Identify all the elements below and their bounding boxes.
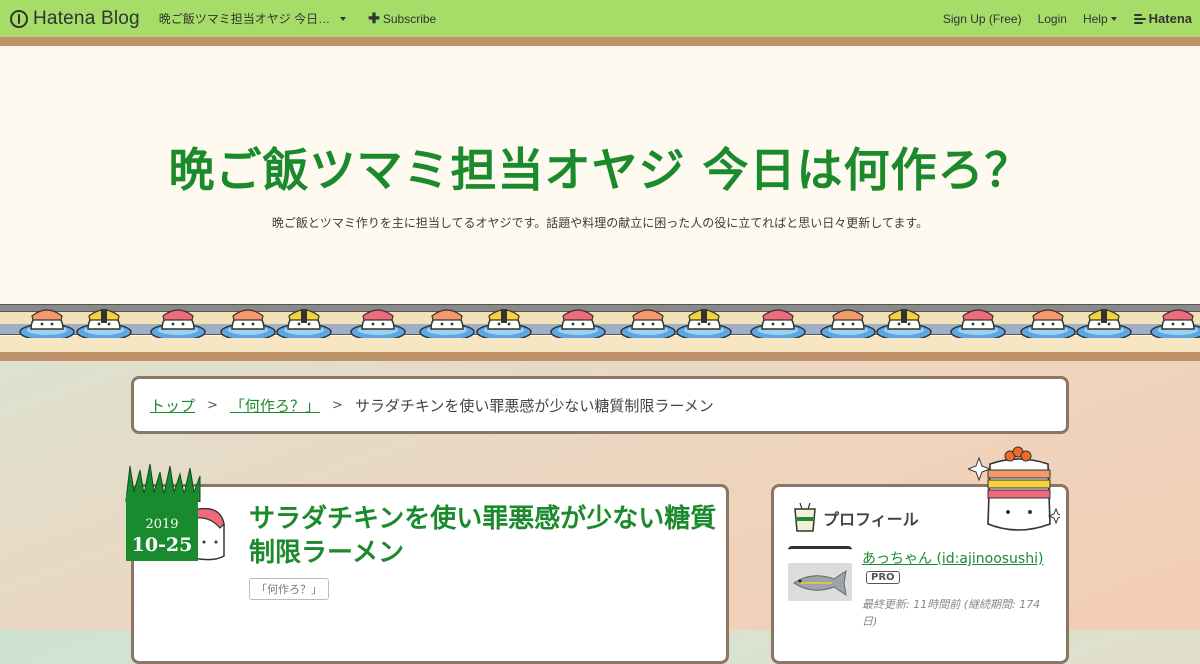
sushi-row [19, 309, 1200, 338]
login-link[interactable]: Login [1038, 12, 1067, 26]
hatena-mark-icon [1133, 13, 1146, 24]
breadcrumb-category-link[interactable]: 「何作ろ？」 [230, 395, 320, 416]
account-nav: Sign Up (Free) Login Help Hatena [927, 11, 1192, 26]
post-date-month-day: 10-25 [131, 534, 193, 556]
avatar[interactable] [788, 546, 852, 613]
subscribe-label: Subscribe [382, 11, 437, 26]
breadcrumb-separator: > [207, 397, 218, 413]
help-label: Help [1082, 11, 1108, 26]
help-menu[interactable]: Help [1083, 12, 1117, 26]
brand-label: Hatena Blog [33, 7, 140, 29]
category-tag[interactable]: 「何作ろ？」 [249, 578, 329, 600]
post-date-badge[interactable]: 2019 10-25 [126, 493, 198, 561]
blog-title[interactable]: 晩ご飯ツマミ担当オヤジ 今日は何作ろ？ [0, 134, 1200, 200]
cup-icon [794, 502, 816, 532]
signup-link[interactable]: Sign Up (Free) [943, 12, 1022, 26]
breadcrumb: トップ > 「何作ろ？」 > サラダチキンを使い罪悪感が少ない糖質制限ラーメン [131, 376, 1069, 434]
post-date-year: 2019 [145, 517, 179, 532]
breadcrumb-separator: > [331, 397, 343, 413]
plus-icon: ✚ [368, 10, 380, 26]
blog-name: 晩ご飯ツマミ担当オヤジ 今日… [158, 12, 331, 26]
sushi-stack-mascot-icon [968, 446, 1060, 531]
hatena-label: Hatena [1148, 11, 1192, 26]
subscribe-button[interactable]: ✚ Subscribe [368, 10, 436, 27]
profile-meta: 最終更新: 11時間前 (継続期間: 174日) [862, 598, 1041, 628]
sushi-conveyor-illustration [0, 294, 1200, 361]
global-header: Hatena Blog 晩ご飯ツマミ担当オヤジ 今日… ✚ Subscribe … [0, 0, 1200, 37]
chevron-down-icon [340, 16, 347, 21]
article-title[interactable]: サラダチキンを使い罪悪感が少ない糖質制限ラーメン [249, 502, 719, 570]
hatena-blog-logo[interactable]: Hatena Blog [10, 8, 140, 30]
sushi-plates-image [19, 309, 1200, 338]
hatena-logo[interactable]: Hatena [1133, 11, 1192, 26]
hatena-blog-icon [10, 9, 28, 28]
sushi-mascot-icon [194, 507, 225, 561]
pro-badge: PRO [866, 571, 900, 584]
blog-header: 晩ご飯ツマミ担当オヤジ 今日は何作ろ？ 晩ご飯とツマミ作りを主に担当してるオヤジ… [0, 37, 1200, 361]
breadcrumb-top-link[interactable]: トップ [150, 395, 195, 416]
profile-heading: プロフィール [823, 510, 919, 529]
profile-name-link[interactable]: あっちゃん (id:ajinoosushi) [862, 548, 1043, 568]
fish-image [788, 563, 852, 601]
blog-selector[interactable]: 晩ご飯ツマミ担当オヤジ 今日… [158, 10, 347, 27]
breadcrumb-current: サラダチキンを使い罪悪感が少ない糖質制限ラーメン [354, 396, 714, 415]
chevron-down-icon [1110, 16, 1117, 21]
blog-description: 晩ご飯とツマミ作りを主に担当してるオヤジです。話題や料理の献立に困った人の役に立… [271, 216, 929, 230]
